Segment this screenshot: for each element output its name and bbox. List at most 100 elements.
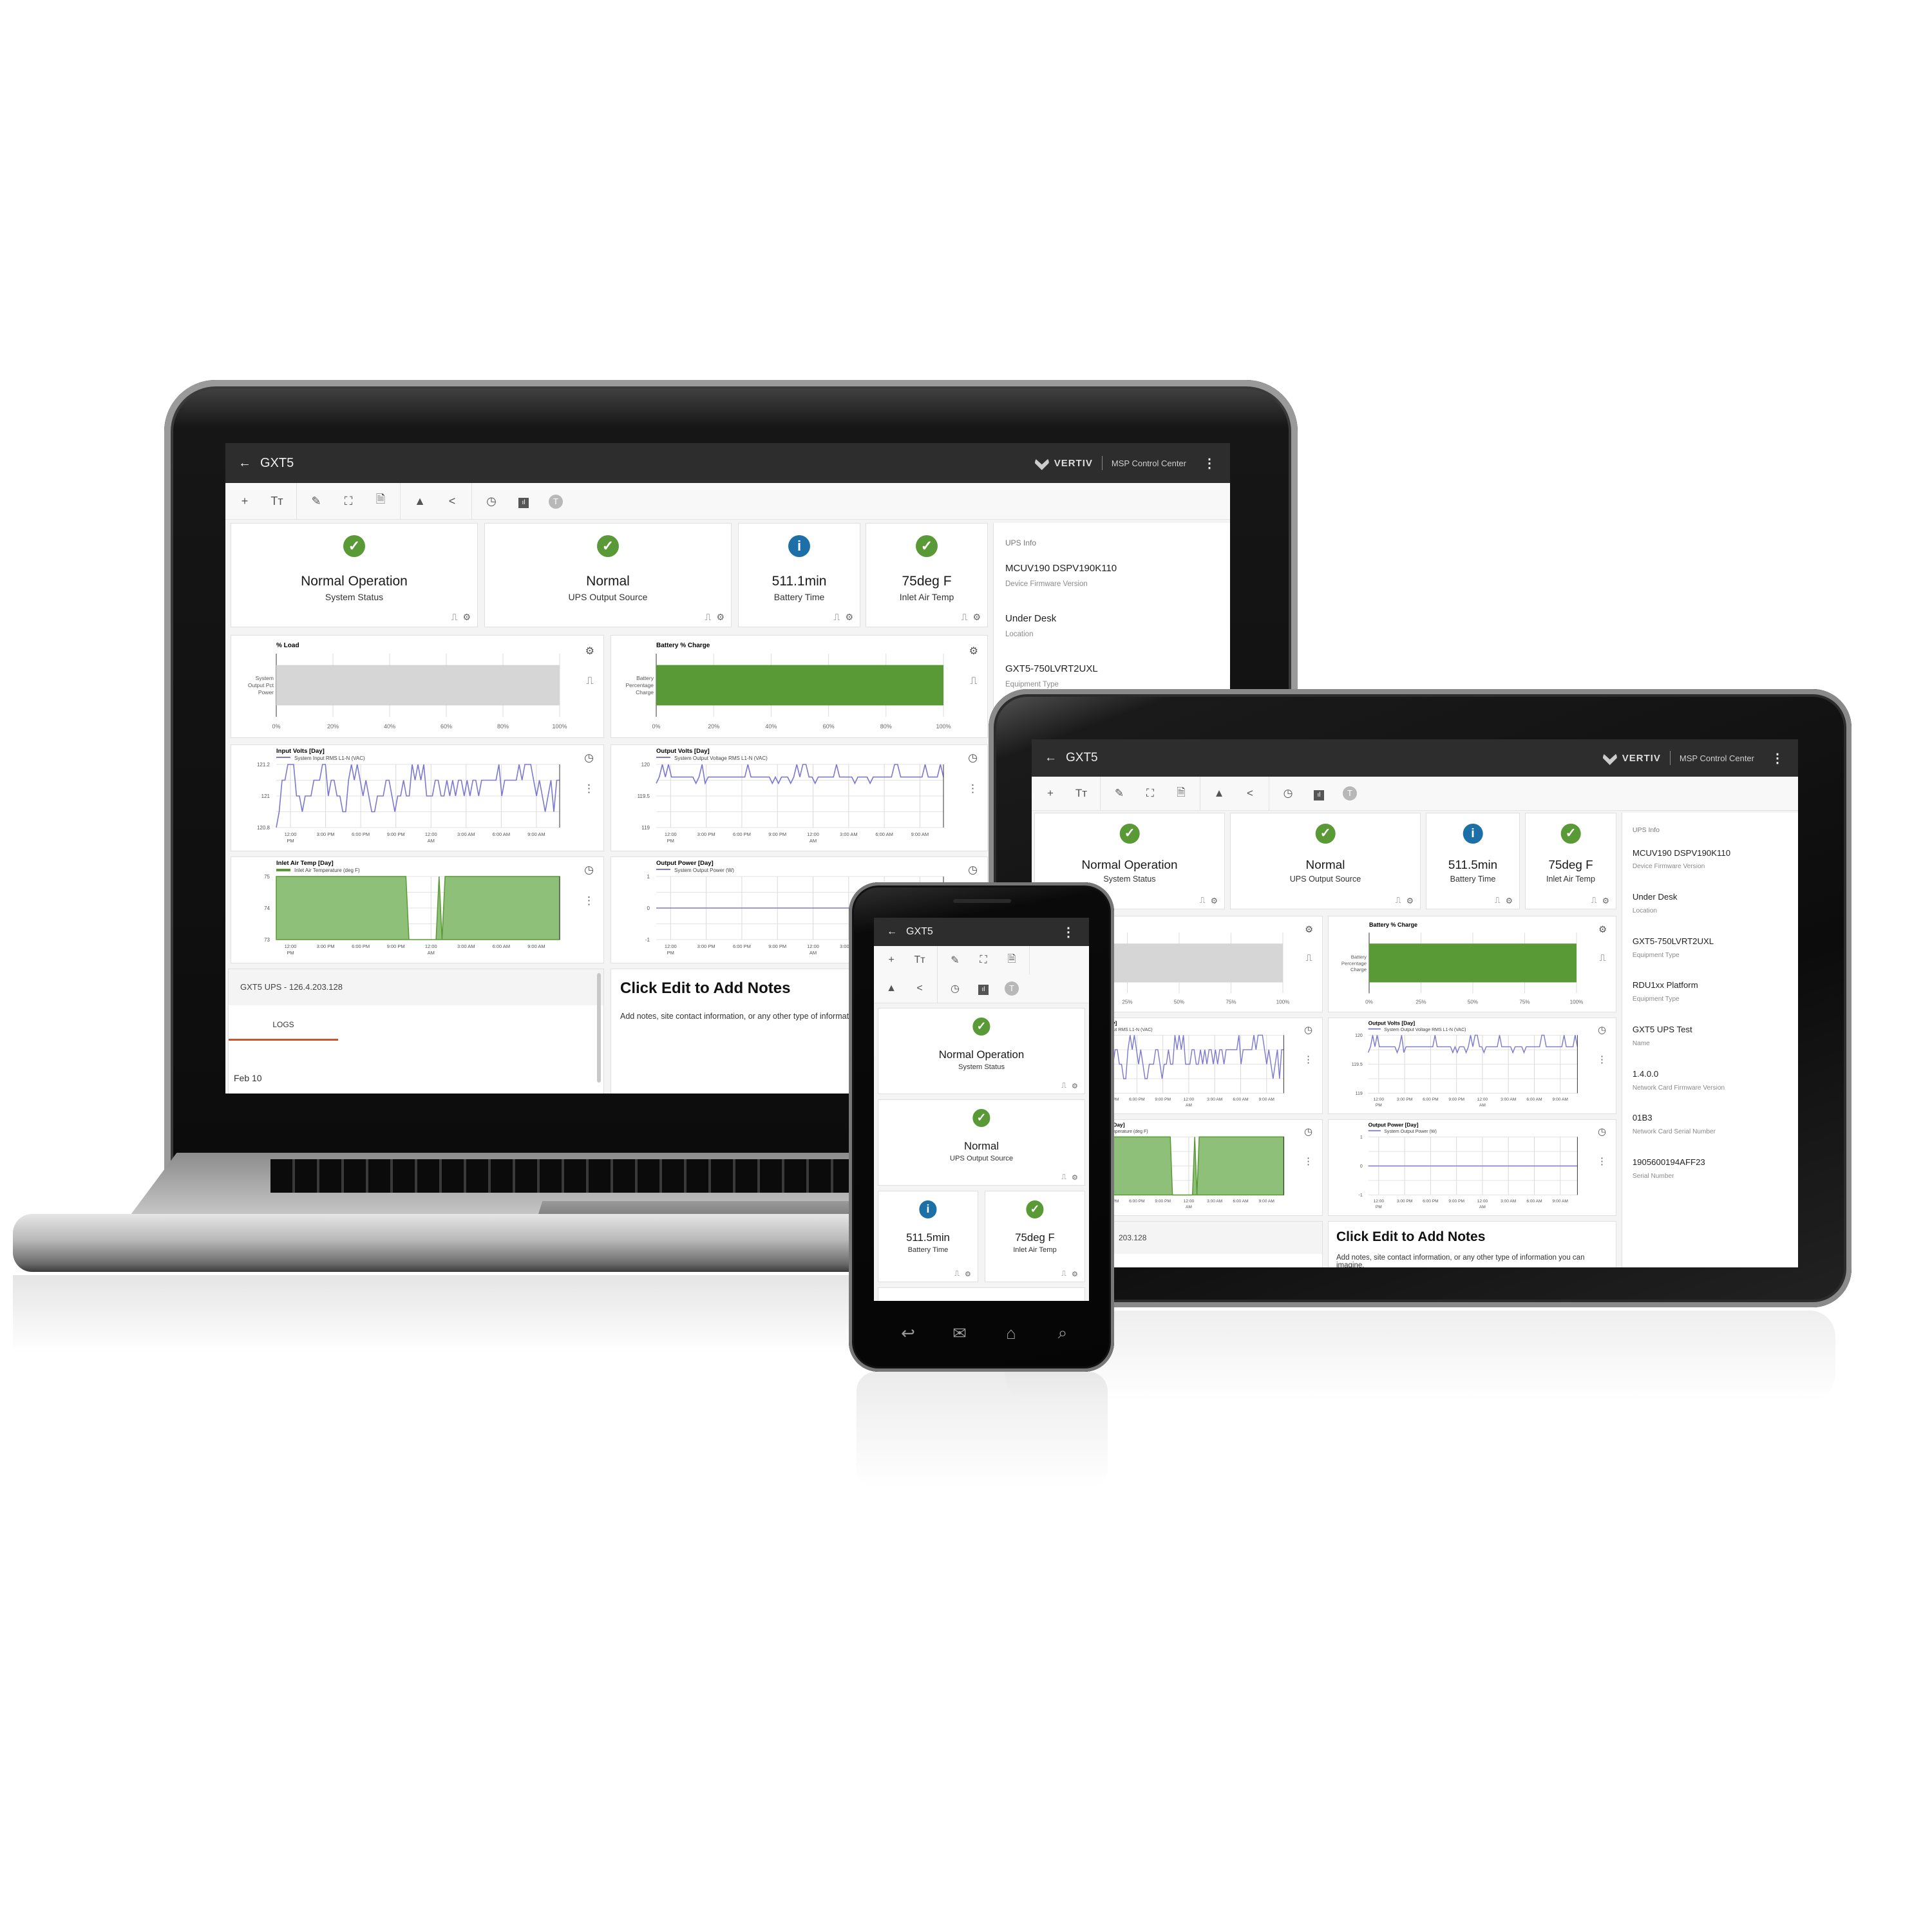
pencil-icon[interactable]: ✎ [1104, 787, 1134, 800]
clock-icon[interactable]: ◷ [1273, 787, 1303, 800]
door-icon[interactable]: ⎍ [970, 676, 977, 687]
share-icon[interactable]: < [437, 495, 468, 508]
cpu-icon[interactable]: ⚙ [965, 1270, 971, 1278]
user-avatar[interactable]: T [1005, 981, 1019, 996]
cpu-icon[interactable]: ⚙ [1072, 1082, 1078, 1090]
door-icon[interactable]: ⎍ [961, 612, 968, 623]
clock-icon[interactable]: ◷ [942, 982, 969, 995]
cpu-icon[interactable]: ⚙ [1072, 1173, 1078, 1182]
cpu-icon[interactable]: ⚙ [845, 612, 853, 623]
user-avatar[interactable]: T [1343, 786, 1357, 800]
status-card[interactable]: ✓ Normal UPS Output Source ⎍ ⚙ [484, 523, 732, 627]
door-icon[interactable]: ⎍ [1061, 1082, 1066, 1090]
door-icon[interactable]: ⎍ [954, 1270, 960, 1278]
add-document-icon[interactable]: 🗎 [998, 952, 1025, 969]
door-icon[interactable]: ⎍ [1396, 896, 1401, 905]
more-vert-icon[interactable]: ⋮ [1062, 924, 1075, 940]
cpu-icon[interactable]: ⚙ [462, 612, 471, 623]
clock-icon[interactable]: ◷ [1304, 1024, 1312, 1036]
more-vert-icon[interactable]: ⋮ [967, 782, 978, 795]
search-icon[interactable]: ⌕ [1043, 1323, 1082, 1343]
status-card[interactable]: i 511.5min Battery Time ⎍ ⚙ [878, 1191, 978, 1282]
fit-screen-icon[interactable]: ⛶ [1135, 787, 1165, 800]
door-icon[interactable]: ⎍ [586, 676, 593, 687]
text-size-icon[interactable]: Tт [261, 495, 292, 508]
status-card[interactable]: ✓ Normal UPS Output Source ⎍ ⚙ [1230, 813, 1421, 909]
tab-logs[interactable]: LOGS [229, 1010, 338, 1041]
avatar-icon[interactable]: T [998, 981, 1025, 996]
logs-scrollbar[interactable] [597, 973, 601, 1083]
pencil-icon[interactable]: ✎ [942, 954, 969, 967]
status-card[interactable]: ✓ 75deg F Inlet Air Temp ⎍ ⚙ [1525, 813, 1616, 909]
plus-icon[interactable]: + [878, 954, 905, 966]
user-avatar[interactable]: T [549, 494, 563, 509]
door-icon[interactable]: ⎍ [1591, 896, 1597, 905]
door-icon[interactable]: ⎍ [1600, 953, 1606, 963]
clock-icon[interactable]: ◷ [968, 864, 978, 876]
cpu-icon[interactable]: ⚙ [1602, 896, 1609, 905]
back-arrow-icon[interactable]: ← [887, 926, 897, 938]
cpu-icon[interactable]: ⚙ [1305, 925, 1313, 935]
cpu-icon[interactable]: ⚙ [1406, 896, 1414, 905]
door-icon[interactable]: ⎍ [451, 612, 458, 623]
cpu-icon[interactable]: ⚙ [1506, 896, 1513, 905]
clock-icon[interactable]: ◷ [1598, 1024, 1606, 1036]
door-icon[interactable]: ⎍ [1061, 1270, 1066, 1278]
status-card[interactable]: ✓ Normal Operation System Status ⎍ ⚙ [878, 1008, 1085, 1094]
more-vert-icon[interactable]: ⋮ [1303, 1155, 1313, 1167]
clock-icon[interactable]: ◷ [968, 752, 978, 764]
add-document-icon[interactable]: 🗎 [365, 491, 396, 511]
more-vert-icon[interactable]: ⋮ [1771, 750, 1784, 766]
more-vert-icon[interactable]: ⋮ [1597, 1155, 1607, 1167]
more-vert-icon[interactable]: ⋮ [1203, 455, 1216, 471]
door-icon[interactable]: ⎍ [834, 612, 840, 623]
clock-icon[interactable]: ◷ [1598, 1126, 1606, 1137]
mail-icon[interactable]: ✉ [940, 1323, 979, 1343]
text-size-icon[interactable]: Tт [906, 954, 933, 966]
status-card[interactable]: i 511.1min Battery Time ⎍ ⚙ [738, 523, 860, 627]
door-icon[interactable]: ⎍ [705, 612, 712, 623]
cpu-icon[interactable]: ⚙ [972, 612, 981, 623]
door-icon[interactable]: ⎍ [1306, 953, 1312, 963]
back-nav-icon[interactable]: ↩ [889, 1323, 927, 1343]
warning-icon[interactable]: ▲ [878, 983, 905, 994]
avatar-icon[interactable]: T [540, 494, 571, 509]
cpu-icon[interactable]: ⚙ [969, 645, 978, 658]
notes-panel[interactable]: Click Edit to Add Notes Add notes, site c… [1328, 1221, 1616, 1267]
more-vert-icon[interactable]: ⋮ [1303, 1054, 1313, 1065]
status-card[interactable]: ✓ 75deg F Inlet Air Temp ⎍ ⚙ [985, 1191, 1085, 1282]
door-icon[interactable]: ⎍ [1200, 896, 1206, 905]
share-icon[interactable]: < [906, 983, 933, 994]
avatar-icon[interactable]: T [1335, 786, 1365, 800]
door-icon[interactable]: ⎍ [1495, 896, 1501, 905]
cpu-icon[interactable]: ⚙ [585, 645, 594, 658]
more-vert-icon[interactable]: ⋮ [1597, 1054, 1607, 1065]
bar-chart-icon[interactable]: ıl [508, 494, 539, 508]
plus-icon[interactable]: + [229, 495, 260, 508]
clock-icon[interactable]: ◷ [584, 864, 594, 876]
warning-icon[interactable]: ▲ [404, 495, 435, 508]
bar-chart-icon[interactable]: ıl [1304, 787, 1334, 800]
clock-icon[interactable]: ◷ [476, 495, 507, 508]
cpu-icon[interactable]: ⚙ [1211, 896, 1218, 905]
plus-icon[interactable]: + [1036, 787, 1065, 800]
door-icon[interactable]: ⎍ [1061, 1173, 1066, 1182]
more-vert-icon[interactable]: ⋮ [583, 782, 594, 795]
status-card[interactable]: i 511.5min Battery Time ⎍ ⚙ [1426, 813, 1520, 909]
cpu-icon[interactable]: ⚙ [716, 612, 724, 623]
pencil-icon[interactable]: ✎ [301, 495, 332, 508]
back-arrow-icon[interactable]: ← [1045, 751, 1057, 765]
status-card[interactable]: ✓ Normal UPS Output Source ⎍ ⚙ [878, 1099, 1085, 1186]
warning-icon[interactable]: ▲ [1204, 787, 1234, 800]
fit-screen-icon[interactable]: ⛶ [333, 495, 364, 508]
status-card[interactable]: ✓ 75deg F Inlet Air Temp ⎍ ⚙ [866, 523, 988, 627]
clock-icon[interactable]: ◷ [1304, 1126, 1312, 1137]
more-vert-icon[interactable]: ⋮ [583, 895, 594, 907]
cpu-icon[interactable]: ⚙ [1072, 1270, 1078, 1278]
bar-chart-icon[interactable]: ıl [970, 983, 997, 995]
text-size-icon[interactable]: Tт [1066, 787, 1096, 800]
clock-icon[interactable]: ◷ [584, 752, 594, 764]
cpu-icon[interactable]: ⚙ [1598, 925, 1607, 935]
add-document-icon[interactable]: 🗎 [1166, 784, 1196, 803]
status-card[interactable]: ✓ Normal Operation System Status ⎍ ⚙ [231, 523, 478, 627]
